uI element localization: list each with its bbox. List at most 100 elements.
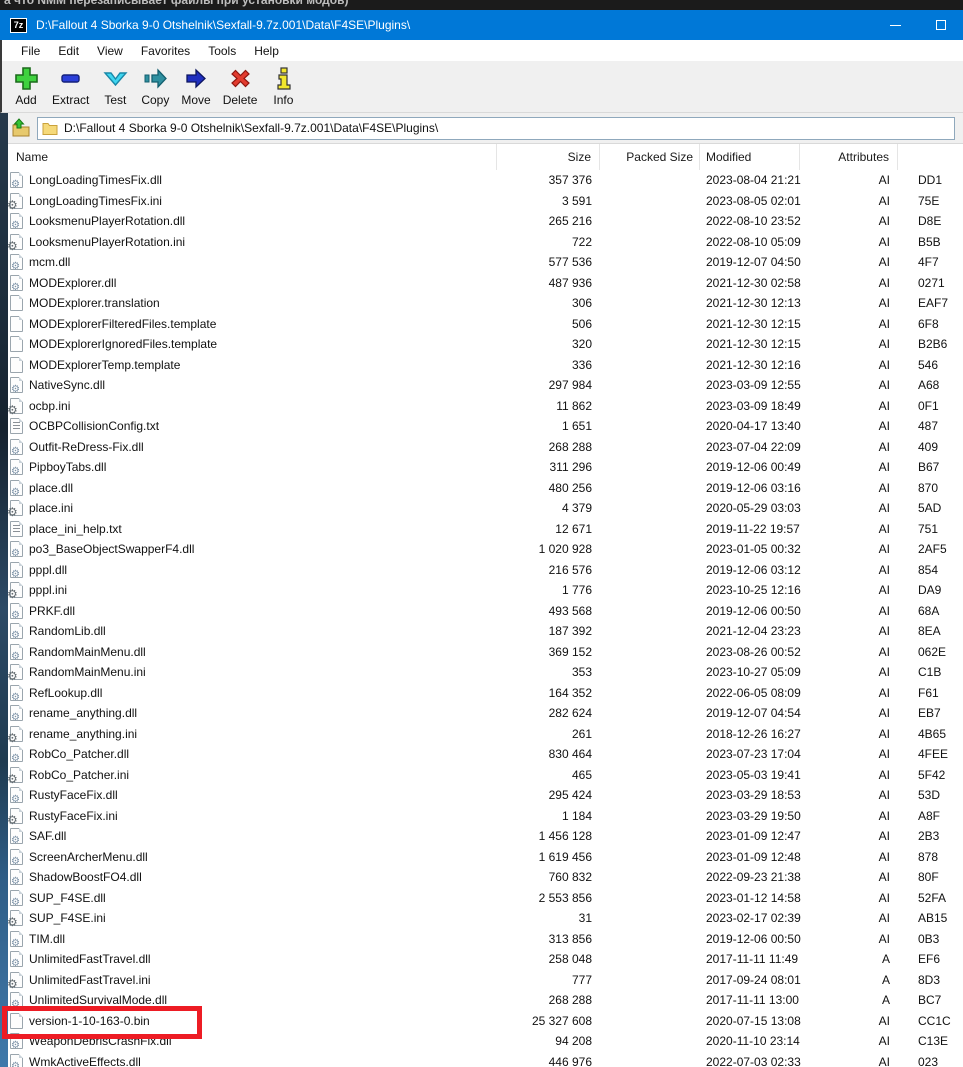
- maximize-button[interactable]: [918, 10, 963, 40]
- table-row[interactable]: ocbp.ini11 8622023-03-09 18:49AI0F1: [8, 396, 963, 417]
- file-name: NativeSync.dll: [29, 378, 105, 392]
- table-row[interactable]: ScreenArcherMenu.dll1 619 4562023-01-09 …: [8, 847, 963, 868]
- menu-bar: File Edit View Favorites Tools Help: [0, 40, 963, 61]
- table-row[interactable]: ShadowBoostFO4.dll760 8322022-09-23 21:3…: [8, 867, 963, 888]
- file-crc: BC7: [898, 993, 963, 1007]
- delete-button[interactable]: Delete: [217, 64, 264, 108]
- table-row[interactable]: Outfit-ReDress-Fix.dll268 2882023-07-04 …: [8, 437, 963, 458]
- file-modified: 2020-05-29 03:03: [700, 501, 800, 515]
- file-modified: 2022-08-10 23:52: [700, 214, 800, 228]
- file-name: RefLookup.dll: [29, 686, 102, 700]
- address-bar[interactable]: D:\Fallout 4 Sborka 9-0 Otshelnik\Sexfal…: [37, 117, 955, 140]
- table-row[interactable]: LongLoadingTimesFix.ini3 5912023-08-05 0…: [8, 191, 963, 212]
- table-row[interactable]: place.ini4 3792020-05-29 03:03AI5AD: [8, 498, 963, 519]
- file-modified: 2023-10-25 12:16: [700, 583, 800, 597]
- table-row[interactable]: MODExplorerTemp.template3362021-12-30 12…: [8, 355, 963, 376]
- file-size: 268 288: [497, 440, 600, 454]
- table-row[interactable]: RefLookup.dll164 3522022-06-05 08:09AIF6…: [8, 683, 963, 704]
- table-row[interactable]: SAF.dll1 456 1282023-01-09 12:47AI2B3: [8, 826, 963, 847]
- menu-edit[interactable]: Edit: [49, 42, 88, 60]
- table-row[interactable]: WeaponDebrisCrashFix.dll94 2082020-11-10…: [8, 1031, 963, 1052]
- table-row[interactable]: RustyFaceFix.dll295 4242023-03-29 18:53A…: [8, 785, 963, 806]
- table-row[interactable]: UnlimitedFastTravel.ini7772017-09-24 08:…: [8, 970, 963, 991]
- table-row[interactable]: NativeSync.dll297 9842023-03-09 12:55AIA…: [8, 375, 963, 396]
- table-row[interactable]: MODExplorer.dll487 9362021-12-30 02:58AI…: [8, 273, 963, 294]
- dll-file-icon: [10, 459, 23, 475]
- table-row[interactable]: UnlimitedFastTravel.dll258 0482017-11-11…: [8, 949, 963, 970]
- menu-help[interactable]: Help: [245, 42, 288, 60]
- file-name: OCBPCollisionConfig.txt: [29, 419, 159, 433]
- table-row[interactable]: rename_anything.dll282 6242019-12-07 04:…: [8, 703, 963, 724]
- file-crc: DA9: [898, 583, 963, 597]
- txt-file-icon: [10, 521, 23, 537]
- table-row[interactable]: UnlimitedSurvivalMode.dll268 2882017-11-…: [8, 990, 963, 1011]
- table-row[interactable]: place_ini_help.txt12 6712019-11-22 19:57…: [8, 519, 963, 540]
- file-crc: 4B65: [898, 727, 963, 741]
- move-arrow-icon: [183, 65, 210, 92]
- file-name: WmkActiveEffects.dll: [29, 1055, 141, 1067]
- table-row[interactable]: RobCo_Patcher.ini4652023-05-03 19:41AI5F…: [8, 765, 963, 786]
- file-attributes: AI: [800, 235, 898, 249]
- menu-favorites[interactable]: Favorites: [132, 42, 199, 60]
- file-size: 1 456 128: [497, 829, 600, 843]
- file-attributes: AI: [800, 460, 898, 474]
- column-header-name[interactable]: Name: [8, 144, 497, 170]
- table-row[interactable]: SUP_F4SE.dll2 553 8562023-01-12 14:58AI5…: [8, 888, 963, 909]
- table-row[interactable]: version-1-10-163-0.bin25 327 6082020-07-…: [8, 1011, 963, 1032]
- column-header-size[interactable]: Size: [497, 144, 600, 170]
- table-row[interactable]: LooksmenuPlayerRotation.ini7222022-08-10…: [8, 232, 963, 253]
- move-button[interactable]: Move: [175, 64, 216, 108]
- column-header-modified[interactable]: Modified: [700, 144, 800, 170]
- table-row[interactable]: po3_BaseObjectSwapperF4.dll1 020 9282023…: [8, 539, 963, 560]
- table-row[interactable]: MODExplorerFilteredFiles.template5062021…: [8, 314, 963, 335]
- table-row[interactable]: mcm.dll577 5362019-12-07 04:50AI4F7: [8, 252, 963, 273]
- table-row[interactable]: PipboyTabs.dll311 2962019-12-06 00:49AIB…: [8, 457, 963, 478]
- file-crc: B5B: [898, 235, 963, 249]
- file-name: Outfit-ReDress-Fix.dll: [29, 440, 144, 454]
- table-row[interactable]: TIM.dll313 8562019-12-06 00:50AI0B3: [8, 929, 963, 950]
- file-name: RandomMainMenu.ini: [29, 665, 146, 679]
- table-row[interactable]: RustyFaceFix.ini1 1842023-03-29 19:50AIA…: [8, 806, 963, 827]
- menu-tools[interactable]: Tools: [199, 42, 245, 60]
- table-row[interactable]: LooksmenuPlayerRotation.dll265 2162022-0…: [8, 211, 963, 232]
- ini-file-icon: [10, 398, 23, 414]
- table-row[interactable]: PRKF.dll493 5682019-12-06 00:50AI68A: [8, 601, 963, 622]
- extract-button[interactable]: Extract: [46, 64, 95, 108]
- table-row[interactable]: LongLoadingTimesFix.dll357 3762023-08-04…: [8, 170, 963, 191]
- table-row[interactable]: SUP_F4SE.ini312023-02-17 02:39AIAB15: [8, 908, 963, 929]
- column-header-attributes[interactable]: Attributes: [800, 144, 898, 170]
- table-row[interactable]: RandomMainMenu.dll369 1522023-08-26 00:5…: [8, 642, 963, 663]
- column-header-packed-size[interactable]: Packed Size: [600, 144, 700, 170]
- ini-file-icon: [10, 193, 23, 209]
- info-button[interactable]: Info: [263, 64, 303, 108]
- table-row[interactable]: pppl.ini1 7762023-10-25 12:16AIDA9: [8, 580, 963, 601]
- list-header: Name Size Packed Size Modified Attribute…: [8, 144, 963, 170]
- column-header-crc[interactable]: [898, 144, 963, 170]
- table-row[interactable]: RandomLib.dll187 3922021-12-04 23:23AI8E…: [8, 621, 963, 642]
- table-row[interactable]: RobCo_Patcher.dll830 4642023-07-23 17:04…: [8, 744, 963, 765]
- copy-button[interactable]: Copy: [135, 64, 175, 108]
- table-row[interactable]: place.dll480 2562019-12-06 03:16AI870: [8, 478, 963, 499]
- table-row[interactable]: rename_anything.ini2612018-12-26 16:27AI…: [8, 724, 963, 745]
- file-size: 3 591: [497, 194, 600, 208]
- ini-file-icon: [10, 767, 23, 783]
- dll-file-icon: [10, 254, 23, 270]
- table-row[interactable]: MODExplorerIgnoredFiles.template3202021-…: [8, 334, 963, 355]
- file-size: 320: [497, 337, 600, 351]
- minimize-button[interactable]: [873, 10, 918, 40]
- file-size: 12 671: [497, 522, 600, 536]
- table-row[interactable]: RandomMainMenu.ini3532023-10-27 05:09AIC…: [8, 662, 963, 683]
- table-row[interactable]: MODExplorer.translation3062021-12-30 12:…: [8, 293, 963, 314]
- file-size: 11 862: [497, 399, 600, 413]
- dll-file-icon: [10, 1033, 23, 1049]
- test-button[interactable]: Test: [95, 64, 135, 108]
- dll-file-icon: [10, 439, 23, 455]
- add-button[interactable]: Add: [6, 64, 46, 108]
- table-row[interactable]: WmkActiveEffects.dll446 9762022-07-03 02…: [8, 1052, 963, 1067]
- parent-folder-button[interactable]: [9, 116, 33, 140]
- menu-view[interactable]: View: [88, 42, 132, 60]
- menu-file[interactable]: File: [12, 42, 49, 60]
- table-row[interactable]: OCBPCollisionConfig.txt1 6512020-04-17 1…: [8, 416, 963, 437]
- table-row[interactable]: pppl.dll216 5762019-12-06 03:12AI854: [8, 560, 963, 581]
- ini-file-icon: [10, 500, 23, 516]
